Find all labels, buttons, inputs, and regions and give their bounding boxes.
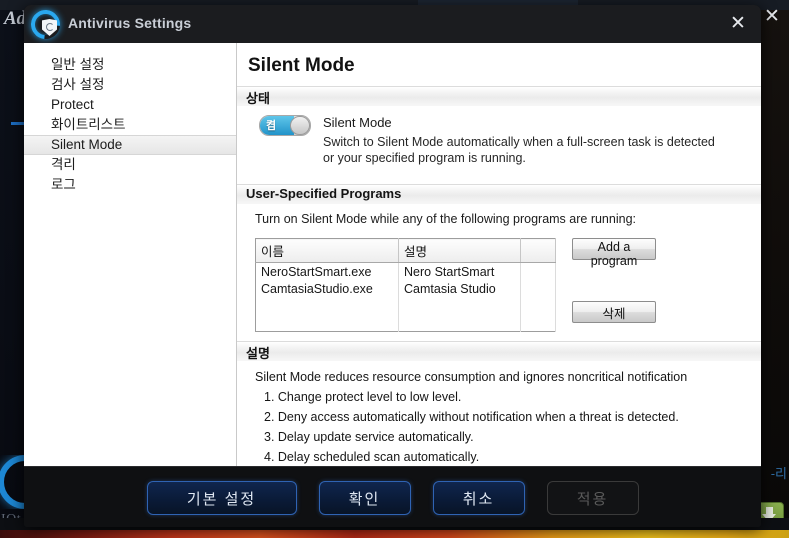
toggle-state-label: 켬 <box>266 120 277 132</box>
toggle-knob <box>290 116 310 135</box>
description-section-body: Silent Mode reduces resource consumption… <box>237 367 761 467</box>
settings-sidebar: 일반 설정 검사 설정 Protect 화이트리스트 Silent Mode 격… <box>24 43 237 466</box>
silent-mode-toggle[interactable]: 켬 <box>259 115 311 136</box>
antivirus-settings-dialog: Antivirus Settings ✕ 일반 설정 검사 설정 Protect… <box>24 5 761 527</box>
description-item: 3. Delay update service automatically. <box>264 430 474 444</box>
cell-empty <box>520 314 556 332</box>
description-item: 4. Delay scheduled scan automatically. <box>264 450 480 464</box>
sidebar-item-logs[interactable]: 로그 <box>24 175 236 195</box>
default-settings-button[interactable]: 기본 설정 <box>146 481 297 515</box>
programs-side-buttons: Add a program 삭제 <box>572 238 656 332</box>
ok-button[interactable]: 확인 <box>318 481 411 515</box>
background-bottom-color-strip <box>0 530 789 538</box>
column-header-blank[interactable] <box>520 238 556 263</box>
programs-instruction: Turn on Silent Mode while any of the fol… <box>255 212 636 226</box>
programs-section-header: User-Specified Programs <box>237 184 761 204</box>
description-section-header: 설명 <box>237 341 761 361</box>
column-header-description[interactable]: 설명 <box>398 238 521 263</box>
background-window-title: Ad <box>4 8 27 29</box>
cell-empty <box>398 314 521 332</box>
sidebar-item-quarantine[interactable]: 격리 <box>24 155 236 175</box>
sidebar-item-silent-mode[interactable]: Silent Mode <box>24 135 236 155</box>
outer-window-close-icon[interactable]: ✕ <box>761 6 783 28</box>
cell-extra <box>520 280 556 297</box>
table-row[interactable]: NeroStartSmart.exe Nero StartSmart <box>255 262 556 280</box>
description-list: Silent Mode reduces resource consumption… <box>255 367 749 467</box>
table-row-empty[interactable] <box>255 297 556 314</box>
cell-program-name: NeroStartSmart.exe <box>255 262 399 280</box>
add-program-button[interactable]: Add a program <box>572 238 656 268</box>
cell-empty <box>398 297 521 314</box>
sidebar-item-general-settings[interactable]: 일반 설정 <box>24 55 236 75</box>
programs-section-body: Turn on Silent Mode while any of the fol… <box>237 212 761 332</box>
sidebar-item-scan-settings[interactable]: 검사 설정 <box>24 75 236 95</box>
status-section-body: 켬 Silent Mode Switch to Silent Mode auto… <box>237 115 761 166</box>
dialog-close-icon[interactable]: ✕ <box>727 13 749 35</box>
cell-program-description: Nero StartSmart <box>398 262 521 280</box>
cell-program-description: Camtasia Studio <box>398 280 521 297</box>
programs-table-area: 이름 설명 NeroStartSmart.exe Nero StartSmart <box>255 238 749 332</box>
status-text-block: Silent Mode Switch to Silent Mode automa… <box>323 115 723 166</box>
background-left-panel <box>0 10 27 520</box>
cell-empty <box>255 297 399 314</box>
cancel-button[interactable]: 취소 <box>432 481 525 515</box>
background-right-label: -리 <box>770 466 787 481</box>
silent-mode-status-row: 켬 Silent Mode Switch to Silent Mode auto… <box>249 115 749 166</box>
dialog-body: 일반 설정 검사 설정 Protect 화이트리스트 Silent Mode 격… <box>24 43 761 466</box>
status-section-header: 상태 <box>237 86 761 106</box>
delete-program-button[interactable]: 삭제 <box>572 301 656 323</box>
sidebar-item-whitelist[interactable]: 화이트리스트 <box>24 115 236 135</box>
table-row-empty[interactable] <box>255 314 556 332</box>
footer-button-group: 기본 설정 확인 취소 적용 <box>24 481 761 515</box>
settings-content-pane: Silent Mode 상태 켬 Silent Mode Switch to S… <box>237 43 761 466</box>
description-item: 1. Change protect level to low level. <box>264 390 462 404</box>
silent-mode-description: Switch to Silent Mode automatically when… <box>323 135 715 165</box>
silent-mode-label: Silent Mode <box>323 115 392 130</box>
status-section-header-label: 상태 <box>246 91 270 106</box>
cell-empty <box>520 297 556 314</box>
programs-section-header-label: User-Specified Programs <box>246 186 402 201</box>
cell-empty <box>255 314 399 332</box>
column-header-name[interactable]: 이름 <box>255 238 399 263</box>
description-intro: Silent Mode reduces resource consumption… <box>255 370 688 384</box>
cell-extra <box>520 262 556 280</box>
apply-button: 적용 <box>546 481 639 515</box>
antivirus-shield-logo-icon <box>25 5 66 45</box>
programs-table-header-row: 이름 설명 <box>255 238 556 263</box>
sidebar-item-protect[interactable]: Protect <box>24 95 236 115</box>
page-title: Silent Mode <box>248 55 355 76</box>
dialog-footer: 기본 설정 확인 취소 적용 <box>24 466 761 527</box>
description-item: 2. Deny access automatically without not… <box>264 410 679 424</box>
table-row[interactable]: CamtasiaStudio.exe Camtasia Studio <box>255 280 556 297</box>
cell-program-name: CamtasiaStudio.exe <box>255 280 399 297</box>
dialog-titlebar[interactable]: Antivirus Settings ✕ <box>24 5 761 45</box>
description-section-header-label: 설명 <box>246 346 270 361</box>
programs-table[interactable]: 이름 설명 NeroStartSmart.exe Nero StartSmart <box>255 238 556 332</box>
dialog-title: Antivirus Settings <box>68 15 192 31</box>
